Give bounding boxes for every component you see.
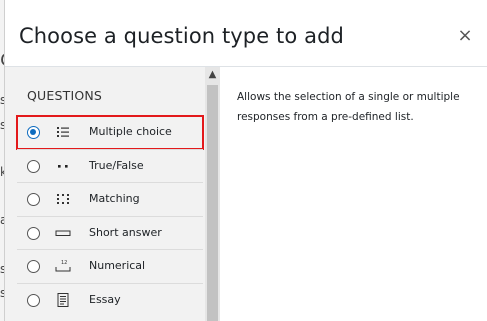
question-type-numerical[interactable]: 12 Numerical (17, 249, 203, 282)
question-type-list: Multiple choice True/False Matching Shor… (16, 115, 204, 316)
question-type-true-false[interactable]: True/False (17, 149, 203, 182)
question-type-short-answer[interactable]: Short answer (17, 215, 203, 249)
scroll-thumb[interactable] (207, 85, 218, 321)
question-type-label: Essay (89, 292, 121, 306)
question-type-essay[interactable]: Essay (17, 282, 203, 316)
numerical-icon: 12 (55, 260, 71, 272)
radio-button[interactable] (27, 226, 40, 240)
short-answer-icon (55, 230, 71, 236)
radio-button[interactable] (27, 160, 40, 173)
scroll-up-arrow-icon[interactable]: ▲ (205, 67, 220, 83)
question-type-panel: QUESTIONS Multiple choice True/False Mat… (5, 67, 205, 321)
question-type-label: Short answer (89, 225, 162, 239)
radio-button[interactable] (27, 260, 40, 274)
question-type-description: Allows the selection of a single or mult… (237, 91, 460, 123)
essay-icon (57, 292, 69, 307)
radio-button[interactable] (27, 193, 40, 207)
questions-heading: QUESTIONS (27, 88, 103, 103)
matching-icon (57, 194, 69, 205)
dialog-title: Choose a question type to add (19, 24, 344, 48)
close-button[interactable]: × (455, 26, 475, 46)
question-type-label: Matching (89, 192, 140, 206)
question-type-matching[interactable]: Matching (17, 182, 203, 215)
choose-question-type-dialog: Choose a question type to add × QUESTION… (4, 0, 487, 321)
true-false-icon (58, 165, 68, 168)
radio-button[interactable] (27, 293, 40, 307)
multiple-choice-icon (57, 127, 69, 137)
question-type-label: Multiple choice (89, 125, 172, 138)
radio-button[interactable] (27, 126, 40, 139)
question-type-multiple-choice[interactable]: Multiple choice (16, 115, 204, 150)
question-type-label: True/False (89, 159, 144, 172)
question-list-scrollbar[interactable]: ▲ (205, 67, 220, 321)
svg-text:12: 12 (61, 260, 67, 266)
dialog-header: Choose a question type to add × (5, 0, 487, 67)
question-type-label: Numerical (89, 259, 146, 273)
